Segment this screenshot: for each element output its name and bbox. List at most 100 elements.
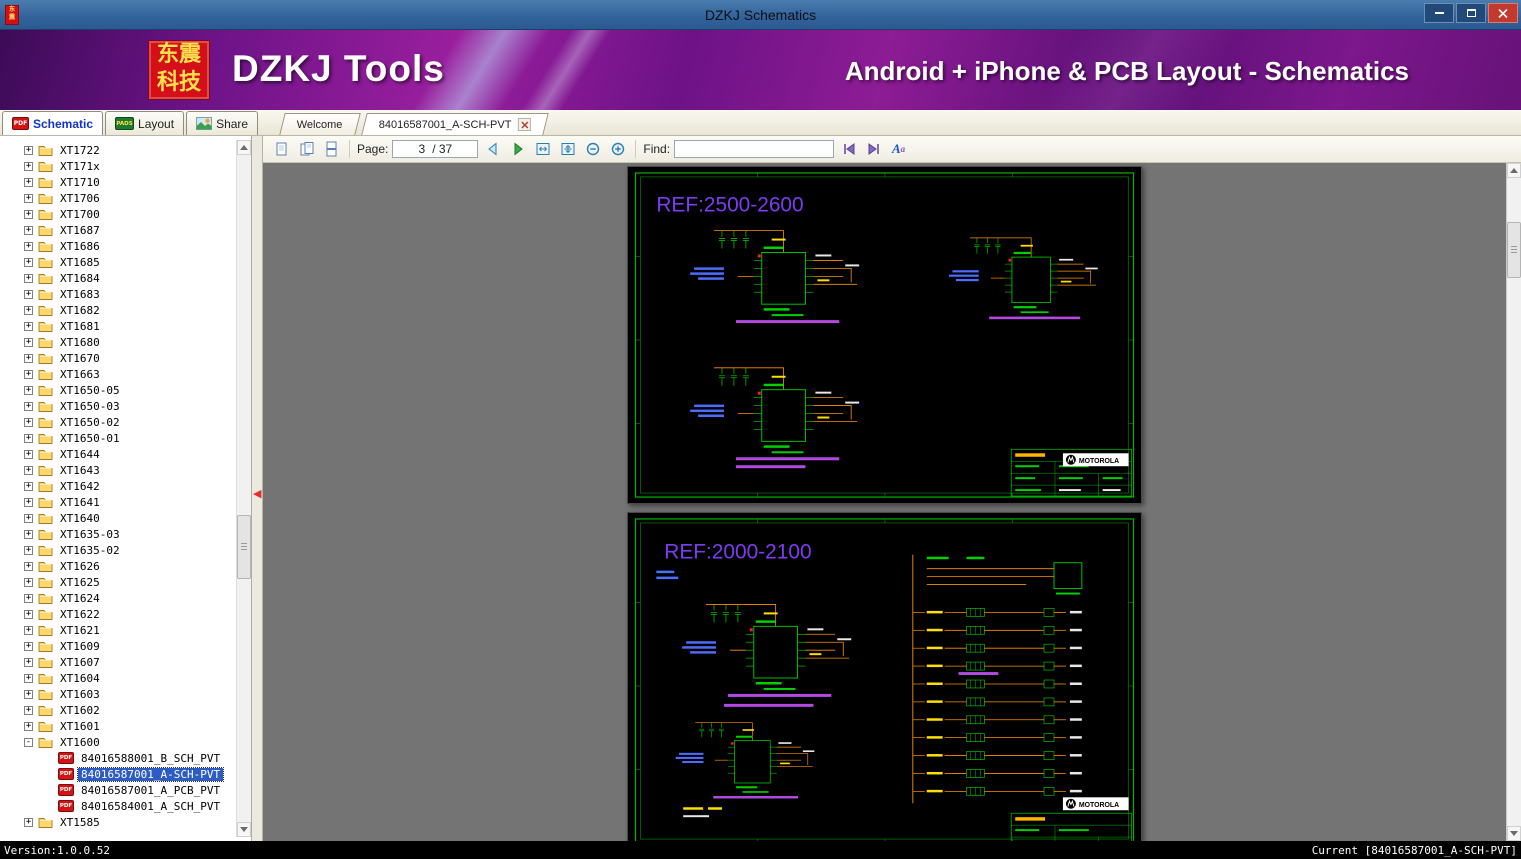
tree-item-label[interactable]: XT1585 [57,816,103,829]
tree-expander[interactable]: + [24,226,33,235]
tree-expander[interactable]: + [24,626,33,635]
tree-item-label[interactable]: 84016587001_A_PCB_PVT [78,784,223,797]
page-number-input[interactable]: 3 / 37 [392,140,478,158]
tree-expander[interactable]: + [24,178,33,187]
tree-item-label[interactable]: XT1644 [57,448,103,461]
tree-expander[interactable]: + [24,242,33,251]
tree-expander[interactable]: + [24,578,33,587]
tree-expander[interactable]: - [24,738,33,747]
tree-expander[interactable]: + [24,194,33,203]
tree-item[interactable]: + XT1625 [0,574,236,590]
tree-item[interactable]: + XT1626 [0,558,236,574]
tree-item[interactable]: + XT1650-02 [0,414,236,430]
tree-expander[interactable]: + [24,338,33,347]
tree-item-label[interactable]: XT1686 [57,240,103,253]
fit-width-button[interactable] [532,139,553,160]
tree-item[interactable]: + XT1722 [0,142,236,158]
tree-item-label[interactable]: XT1710 [57,176,103,189]
tree-item-label[interactable]: XT171x [57,160,103,173]
find-next-button[interactable] [863,139,884,160]
tree-item-label[interactable]: XT1682 [57,304,103,317]
tree-expander[interactable]: + [24,706,33,715]
tree-expander[interactable]: + [24,370,33,379]
tree-item-label[interactable]: XT1604 [57,672,103,685]
tree-item-label[interactable]: XT1626 [57,560,103,573]
facing-pages-view-button[interactable] [296,139,317,160]
tree-item-label[interactable]: XT1625 [57,576,103,589]
tree-item[interactable]: + XT1682 [0,302,236,318]
tree-expander[interactable]: + [24,546,33,555]
tree-expander[interactable]: + [24,354,33,363]
tree-item-label[interactable]: XT1624 [57,592,103,605]
tree-expander[interactable]: + [24,402,33,411]
find-input[interactable] [674,140,834,158]
tree-item[interactable]: + XT1601 [0,718,236,734]
close-tab-button[interactable] [517,118,530,131]
tree-item[interactable]: + XT1585 [0,814,236,830]
maximize-button[interactable] [1456,3,1486,23]
tree-item[interactable]: + XT1670 [0,350,236,366]
tree-expander[interactable]: + [24,594,33,603]
tree-item[interactable]: + XT1710 [0,174,236,190]
tree-item[interactable]: + XT1604 [0,670,236,686]
tree-item[interactable]: + XT1622 [0,606,236,622]
tree-expander[interactable]: + [24,274,33,283]
tab-share[interactable]: Share [186,111,258,135]
tree-item[interactable]: + XT1602 [0,702,236,718]
tree-item[interactable]: + XT1624 [0,590,236,606]
tree-item[interactable]: + XT1686 [0,238,236,254]
tree-item-label[interactable]: XT1607 [57,656,103,669]
tree-item[interactable]: - XT1600 [0,734,236,750]
tree-item-label[interactable]: XT1706 [57,192,103,205]
tree-item[interactable]: PDF 84016587001_A_PCB_PVT [0,782,236,798]
tree-item[interactable]: + XT1700 [0,206,236,222]
tree-expander[interactable]: + [24,418,33,427]
tree-item-label[interactable]: XT1683 [57,288,103,301]
tree-item-label[interactable]: XT1650-01 [57,432,123,445]
tree-expander[interactable]: + [24,674,33,683]
tree-item-label[interactable]: XT1722 [57,144,103,157]
fit-page-button[interactable] [557,139,578,160]
single-page-view-button[interactable] [271,139,292,160]
tree-item-label[interactable]: XT1603 [57,688,103,701]
tree-expander[interactable]: + [24,642,33,651]
tree-item-label[interactable]: XT1641 [57,496,103,509]
tree-expander[interactable]: + [24,690,33,699]
collapse-panel-icon[interactable]: ◀ [253,488,261,499]
tree-expander[interactable]: + [24,306,33,315]
tree-item[interactable]: + XT1706 [0,190,236,206]
tree-item-label[interactable]: XT1609 [57,640,103,653]
tree-expander[interactable]: + [24,258,33,267]
scroll-up-button[interactable] [1507,163,1521,178]
doc-tab-welcome[interactable]: Welcome [279,113,360,135]
tree-item-label[interactable]: XT1600 [57,736,103,749]
tree-item[interactable]: + XT171x [0,158,236,174]
tree-item-label[interactable]: 84016584001_A_SCH_PVT [78,800,223,813]
pdf-viewer[interactable]: MOTOROLA [263,163,1506,841]
zoom-out-button[interactable] [582,139,603,160]
tree-item-label[interactable]: XT1622 [57,608,103,621]
tree-item[interactable]: + XT1683 [0,286,236,302]
tree-expander[interactable]: + [24,514,33,523]
scroll-down-button[interactable] [237,822,251,837]
tree-expander[interactable]: + [24,450,33,459]
tree-item-label[interactable]: XT1663 [57,368,103,381]
tree-item[interactable]: + XT1684 [0,270,236,286]
tree-item[interactable]: + XT1680 [0,334,236,350]
tree-item-label[interactable]: XT1650-05 [57,384,123,397]
scrollbar-thumb[interactable] [1507,222,1521,278]
tree-item-label[interactable]: XT1685 [57,256,103,269]
tree-item[interactable]: + XT1603 [0,686,236,702]
tree-item-label[interactable]: XT1700 [57,208,103,221]
tree-item-label[interactable]: 84016587001_A-SCH-PVT [78,768,223,781]
tree-expander[interactable]: + [24,146,33,155]
tree-item[interactable]: + XT1635-03 [0,526,236,542]
tree-item-label[interactable]: XT1643 [57,464,103,477]
tree-expander[interactable]: + [24,722,33,731]
tree-item[interactable]: + XT1635-02 [0,542,236,558]
tree-item[interactable]: + XT1609 [0,638,236,654]
tree-item[interactable]: PDF 84016584001_A_SCH_PVT [0,798,236,814]
tree-expander[interactable]: + [24,610,33,619]
tree-item-label[interactable]: XT1640 [57,512,103,525]
tree-item[interactable]: + XT1650-03 [0,398,236,414]
